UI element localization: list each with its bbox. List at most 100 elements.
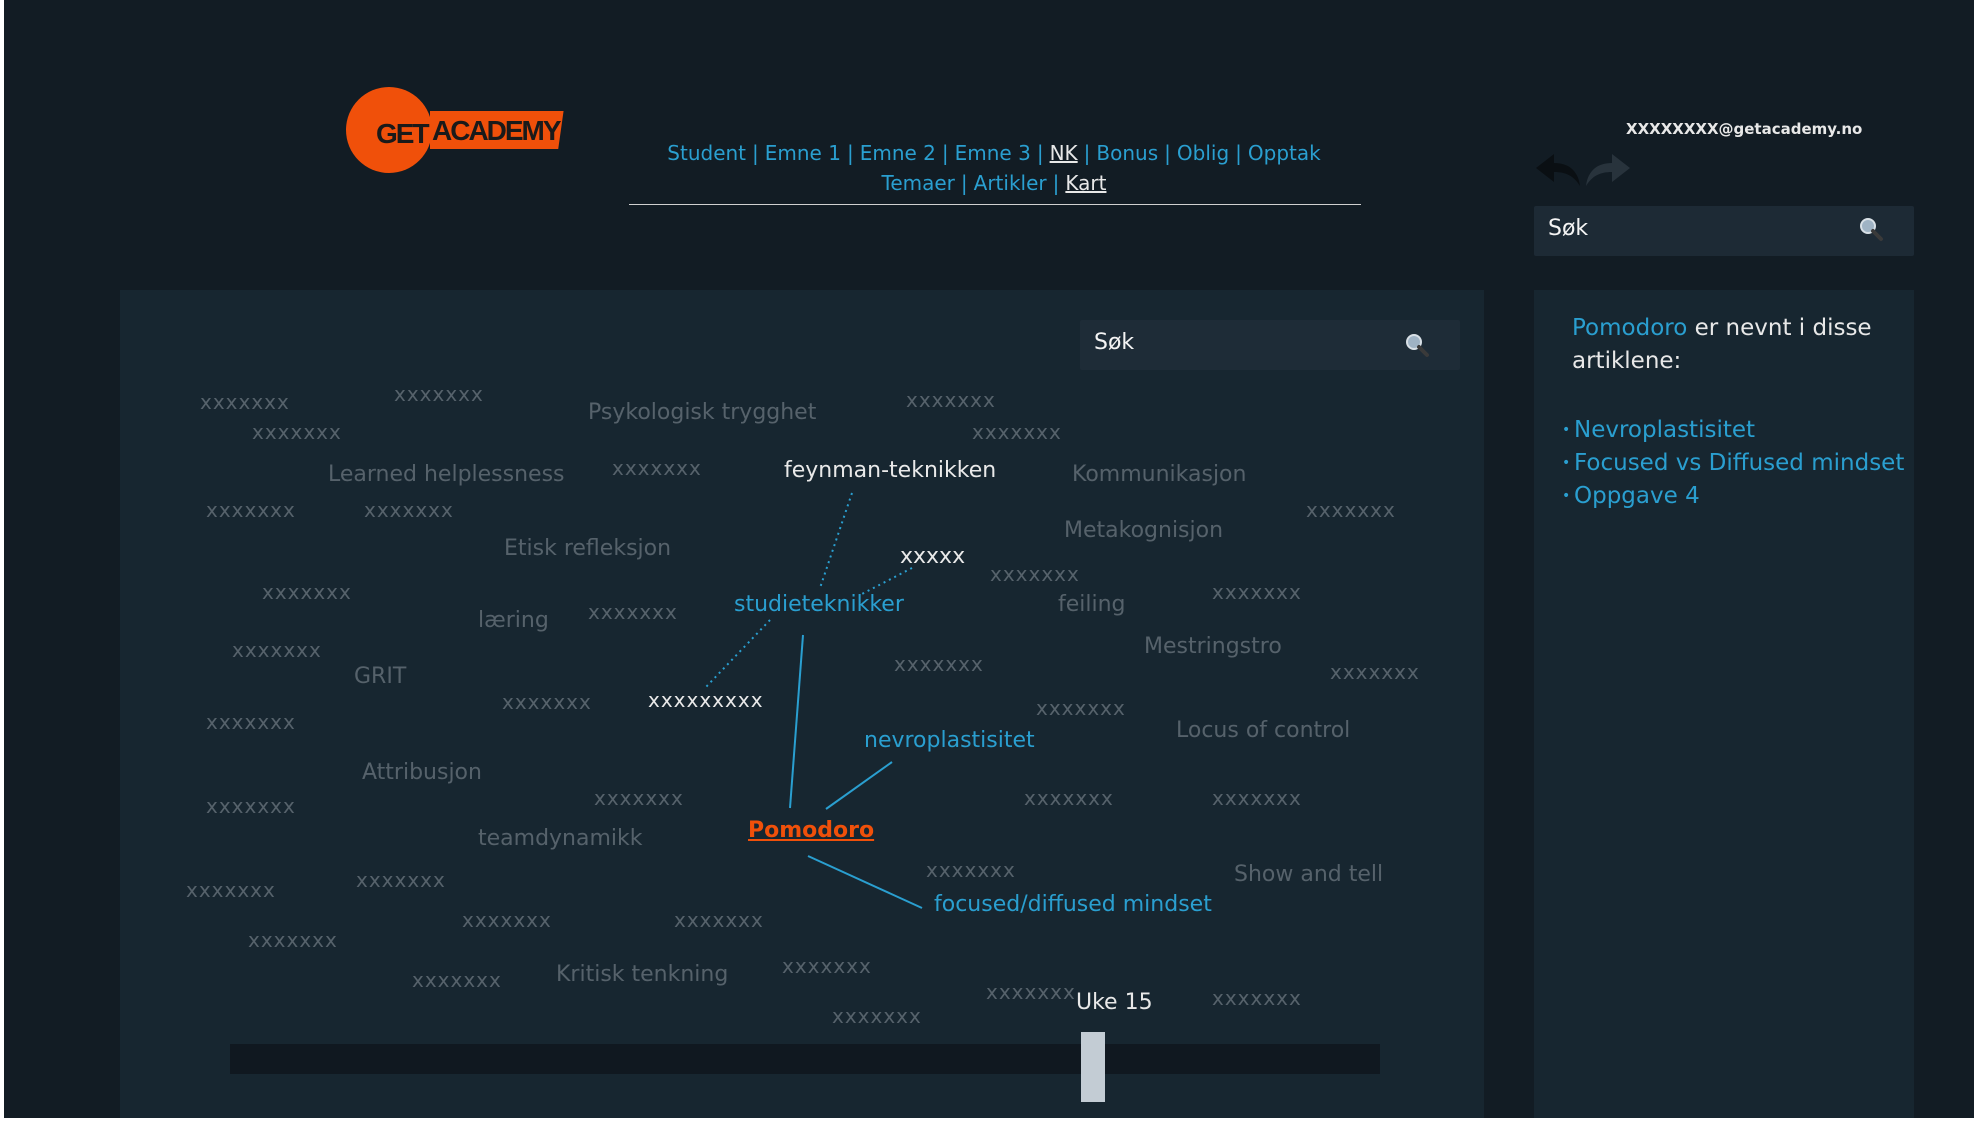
concept-placeholder[interactable]: xxxxxxx [248, 928, 338, 952]
concept-mestringstro[interactable]: Mestringstro [1144, 634, 1282, 659]
nav-emne-2[interactable]: Emne 2 [860, 141, 936, 165]
nav-emne-1[interactable]: Emne 1 [765, 141, 841, 165]
concept-placeholder[interactable]: xxxxxxx [990, 562, 1080, 586]
bullet-icon: • [1562, 488, 1571, 504]
selected-term-link[interactable]: Pomodoro [1572, 315, 1687, 341]
nav-separator: | [1036, 141, 1044, 165]
user-email[interactable]: XXXXXXXX@getacademy.no [1626, 120, 1862, 138]
concept-show-and-tell[interactable]: Show and tell [1234, 862, 1383, 887]
link-xxxxx-studieteknikker [859, 567, 913, 596]
concept-feynman-teknikken[interactable]: feynman-teknikken [784, 458, 996, 483]
main-nav: Student | Emne 1 | Emne 2 | Emne 3 | NK | Bonus | Ob… [624, 138, 1364, 198]
concept-placeholder[interactable]: xxxxxxx [1212, 986, 1302, 1010]
concept-placeholder[interactable]: xxxxxxx [1212, 580, 1302, 604]
nav-kart[interactable]: Kart [1065, 171, 1106, 195]
forward-arrow-icon[interactable] [1584, 150, 1632, 190]
concept-placeholder[interactable]: xxxxxxx [356, 868, 446, 892]
concept-placeholder[interactable]: xxxxxxx [588, 600, 678, 624]
global-search-input[interactable]: Søk [1534, 206, 1914, 256]
link-feynman-studieteknikker [819, 492, 853, 589]
nav-separator: | [941, 141, 949, 165]
map-search-input[interactable]: Søk [1080, 320, 1460, 370]
week-label: Uke 15 [1076, 990, 1153, 1015]
getacademy-logo[interactable]: GET ACADEMY [346, 87, 564, 173]
concept-grit[interactable]: GRIT [354, 664, 406, 689]
concept-placeholder[interactable]: xxxxxxx [986, 980, 1076, 1004]
nav-temaer[interactable]: Temaer [882, 171, 955, 195]
search-icon[interactable] [1404, 332, 1430, 358]
app-window: GET ACADEMY Student | Emne 1 | Emne 2 | Emne 3… [4, 0, 1974, 1118]
concept-placeholder[interactable]: xxxxxxx [906, 388, 996, 412]
nav-bonus[interactable]: Bonus [1096, 141, 1158, 165]
nav-nk[interactable]: NK [1050, 141, 1078, 165]
concept-locus-of-control[interactable]: Locus of control [1176, 718, 1350, 743]
nav-emne-3[interactable]: Emne 3 [955, 141, 1031, 165]
concept-placeholder[interactable]: xxxxxxx [1036, 696, 1126, 720]
concept-placeholder[interactable]: xxxxxxx [252, 420, 342, 444]
bullet-icon: • [1562, 455, 1571, 471]
article-title[interactable]: Nevroplastisitet [1574, 417, 1755, 443]
nav-separator: | [1052, 171, 1060, 195]
concept-psykologisk-trygghet[interactable]: Psykologisk trygghet [588, 400, 816, 425]
concept-placeholder[interactable]: xxxxxxx [594, 786, 684, 810]
concept-placeholder[interactable]: xxxxxxx [232, 638, 322, 662]
concept-placeholder[interactable]: xxxxxxx [206, 498, 296, 522]
concept-placeholder[interactable]: xxxxxxx [364, 498, 454, 522]
logo-get-text: GET [376, 118, 430, 149]
timeline-slider-handle[interactable] [1080, 1032, 1105, 1102]
concept-etisk-refleksjon[interactable]: Etisk refleksjon [504, 536, 671, 561]
concept-placeholder[interactable]: xxxxxxx [502, 690, 592, 714]
nav-student[interactable]: Student [667, 141, 746, 165]
concept-feiling[interactable]: feiling [1058, 592, 1126, 617]
concept-placeholder[interactable]: xxxxxxx [894, 652, 984, 676]
concept-kommunikasjon[interactable]: Kommunikasjon [1072, 462, 1246, 487]
concept-studieteknikker[interactable]: studieteknikker [734, 592, 904, 617]
concept-placeholder[interactable]: xxxxxxx [972, 420, 1062, 444]
concept-placeholder[interactable]: xxxxxxx [1212, 786, 1302, 810]
concept-placeholder[interactable]: xxxxxxx [782, 954, 872, 978]
link-studieteknikker-pomodoro [789, 634, 804, 809]
search-icon[interactable] [1858, 216, 1884, 242]
concept-xxxxx[interactable]: xxxxx [900, 544, 965, 569]
concept-attribusjon[interactable]: Attribusjon [362, 760, 482, 785]
concept-placeholder[interactable]: xxxxxxx [1024, 786, 1114, 810]
concept-placeholder[interactable]: xxxxxxx [394, 382, 484, 406]
concept-laering[interactable]: læring [478, 608, 549, 633]
concept-placeholder[interactable]: xxxxxxx [1306, 498, 1396, 522]
concept-metakognisjon[interactable]: Metakognisjon [1064, 518, 1223, 543]
article-link-nevroplastisitet[interactable]: • Nevroplastisitet [1562, 414, 1904, 447]
concept-xxxxxxxxx[interactable]: xxxxxxxxx [648, 688, 764, 712]
concept-placeholder[interactable]: xxxxxxx [186, 878, 276, 902]
related-articles-panel: Pomodoro er nevnt i disse artiklene: • Ne… [1534, 290, 1914, 1118]
nav-opptak[interactable]: Opptak [1248, 141, 1321, 165]
nav-artikler[interactable]: Artikler [974, 171, 1047, 195]
concept-placeholder[interactable]: xxxxxxx [206, 710, 296, 734]
nav-oblig[interactable]: Oblig [1177, 141, 1229, 165]
concept-placeholder[interactable]: xxxxxxx [1330, 660, 1420, 684]
article-link-oppgave-4[interactable]: • Oppgave 4 [1562, 480, 1904, 513]
concept-nevroplastisitet[interactable]: nevroplastisitet [864, 728, 1035, 753]
concept-placeholder[interactable]: xxxxxxx [262, 580, 352, 604]
back-arrow-icon[interactable] [1534, 150, 1582, 190]
concept-placeholder[interactable]: xxxxxxx [206, 794, 296, 818]
concept-placeholder[interactable]: xxxxxxx [200, 390, 290, 414]
concept-placeholder[interactable]: xxxxxxx [462, 908, 552, 932]
nav-row-1: Student | Emne 1 | Emne 2 | Emne 3 | NK | Bonus | Ob… [624, 138, 1364, 168]
concept-placeholder[interactable]: xxxxxxx [926, 858, 1016, 882]
nav-divider [629, 204, 1361, 205]
article-title[interactable]: Focused vs Diffused mindset [1574, 450, 1904, 476]
concept-placeholder[interactable]: xxxxxxx [832, 1004, 922, 1028]
concept-kritisk-tenkning[interactable]: Kritisk tenkning [556, 962, 728, 987]
concept-pomodoro-selected[interactable]: Pomodoro [748, 818, 874, 843]
concept-placeholder[interactable]: xxxxxxx [674, 908, 764, 932]
link-nevroplastisitet-pomodoro [825, 761, 893, 810]
concept-focused-diffused-mindset[interactable]: focused/diffused mindset [934, 892, 1212, 917]
concept-placeholder[interactable]: xxxxxxx [612, 456, 702, 480]
article-title[interactable]: Oppgave 4 [1574, 483, 1700, 509]
article-link-focused-vs-diffused[interactable]: • Focused vs Diffused mindset [1562, 447, 1904, 480]
concept-placeholder[interactable]: xxxxxxx [412, 968, 502, 992]
nav-separator: | [752, 141, 759, 165]
concept-learned-helplessness[interactable]: Learned helplessness [328, 462, 565, 487]
concept-teamdynamikk[interactable]: teamdynamikk [478, 826, 643, 851]
timeline-slider-track[interactable] [230, 1044, 1380, 1074]
